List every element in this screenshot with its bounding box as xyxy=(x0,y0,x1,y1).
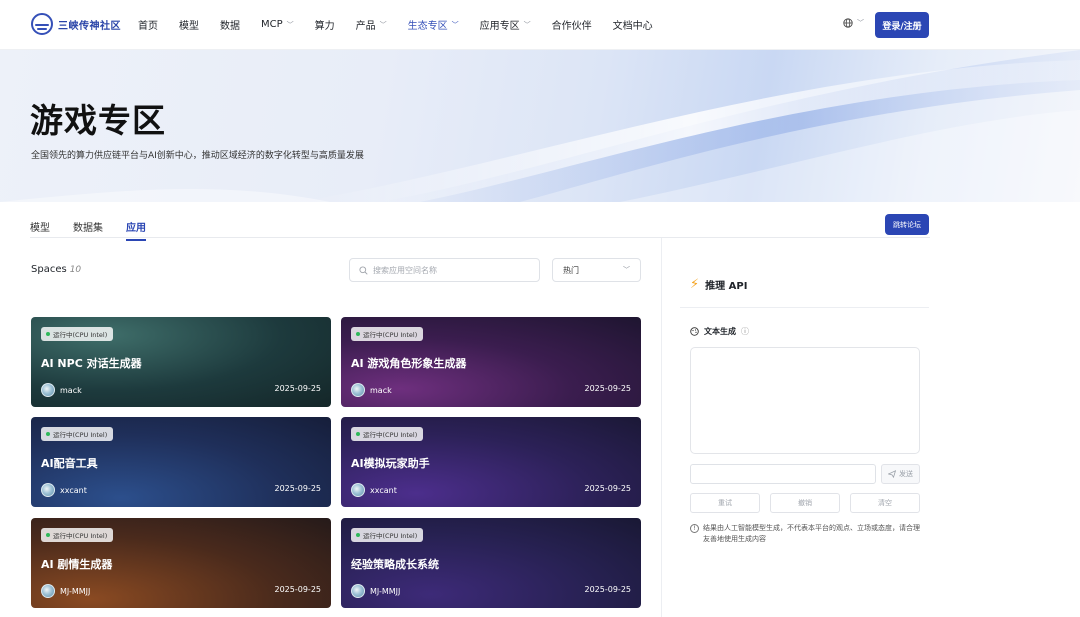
clear-button[interactable]: 清空 xyxy=(850,493,920,513)
chevron-down-icon: ﹀ xyxy=(379,20,387,29)
nav-item-home[interactable]: 首页 xyxy=(138,17,158,32)
avatar xyxy=(41,483,55,497)
globe-icon xyxy=(843,18,853,28)
chevron-down-icon: ﹀ xyxy=(623,266,630,274)
space-card[interactable]: 运行中(CPU Intel) 经验策略成长系统 MJ-MMJJ 2025-09-… xyxy=(341,518,641,608)
space-card-title: AI模拟玩家助手 xyxy=(351,457,430,470)
spaces-search[interactable] xyxy=(349,258,540,282)
nav-item-docs[interactable]: 文档中心 xyxy=(613,17,653,32)
logo-icon xyxy=(31,13,53,35)
space-card-title: AI 剧情生成器 xyxy=(41,558,113,571)
running-dot-icon xyxy=(356,332,360,336)
generation-output xyxy=(690,347,920,454)
space-card-author: MJ-MMJJ xyxy=(351,584,400,598)
prompt-input[interactable] xyxy=(690,464,876,484)
disclaimer-text: 结果由人工智能模型生成，不代表本平台的观点、立场或态度，请合理友善地使用生成内容 xyxy=(703,524,920,543)
space-card[interactable]: 运行中(CPU Intel) AI 游戏角色形象生成器 mack 2025-09… xyxy=(341,317,641,407)
running-dot-icon xyxy=(356,533,360,537)
nav-item-ecosystem[interactable]: 生态专区 ﹀ xyxy=(408,17,459,33)
sort-value: 热门 xyxy=(563,265,579,275)
language-switcher[interactable]: ﹀ xyxy=(843,18,864,28)
top-navbar: 三峡传神社区 首页 模型 数据 MCP ﹀ 算力 产品 ﹀ 生态专区 ﹀ 应用专区 ﹀ … xyxy=(0,0,1080,50)
send-button[interactable]: 发送 xyxy=(881,464,920,484)
avatar xyxy=(351,483,365,497)
space-card[interactable]: 运行中(CPU Intel) AI 剧情生成器 MJ-MMJJ 2025-09-… xyxy=(31,518,331,608)
avatar xyxy=(351,383,365,397)
api-panel-divider xyxy=(680,307,929,308)
nav-item-partners[interactable]: 合作伙伴 xyxy=(552,17,592,32)
chevron-down-icon: ﹀ xyxy=(286,20,294,29)
status-badge: 运行中(CPU Intel) xyxy=(41,427,114,441)
info-icon[interactable]: ⓘ xyxy=(741,326,749,337)
space-card[interactable]: 运行中(CPU Intel) AI NPC 对话生成器 mack 2025-09… xyxy=(31,317,331,407)
running-dot-icon xyxy=(46,332,50,336)
status-badge: 运行中(CPU Intel) xyxy=(351,528,424,542)
avatar xyxy=(41,584,55,598)
space-card[interactable]: 运行中(CPU Intel) AI配音工具 xxcant 2025-09-25 xyxy=(31,417,331,507)
space-card-date: 2025-09-25 xyxy=(274,585,322,594)
space-card-title: AI 游戏角色形象生成器 xyxy=(351,357,467,370)
space-card[interactable]: 运行中(CPU Intel) AI模拟玩家助手 xxcant 2025-09-2… xyxy=(341,417,641,507)
login-register-button[interactable]: 登录/注册 xyxy=(875,12,929,38)
chevron-down-icon: ﹀ xyxy=(857,19,864,27)
nav-item-data[interactable]: 数据 xyxy=(220,17,240,32)
running-dot-icon xyxy=(46,533,50,537)
space-card-date: 2025-09-25 xyxy=(584,484,632,493)
text-generation-title: 文本生成 xyxy=(704,327,736,336)
space-card-date: 2025-09-25 xyxy=(274,384,322,393)
api-panel-header: ⚡ 推理 API xyxy=(690,277,747,292)
text-generation-header: 文本生成 ⓘ xyxy=(690,326,749,337)
running-dot-icon xyxy=(356,432,360,436)
undo-button[interactable]: 撤销 xyxy=(770,493,840,513)
avatar xyxy=(351,584,365,598)
nav-item-models[interactable]: 模型 xyxy=(179,17,199,32)
spaces-count: 10 xyxy=(69,265,82,275)
running-dot-icon xyxy=(46,432,50,436)
space-card-title: 经验策略成长系统 xyxy=(351,558,439,571)
tabs-divider xyxy=(30,237,930,238)
space-card-title: AI NPC 对话生成器 xyxy=(41,357,142,370)
nav-item-products[interactable]: 产品 ﹀ xyxy=(356,17,387,33)
spaces-title: Spaces xyxy=(31,264,67,275)
sort-select[interactable]: 热门 ﹀ xyxy=(552,258,641,282)
chevron-down-icon: ﹀ xyxy=(523,20,531,29)
space-card-author: MJ-MMJJ xyxy=(41,584,90,598)
space-card-author: xxcant xyxy=(351,483,397,497)
space-card-date: 2025-09-25 xyxy=(274,484,322,493)
brand-logo[interactable]: 三峡传神社区 xyxy=(31,13,121,35)
send-icon xyxy=(888,470,896,478)
api-panel-title: 推理 API xyxy=(705,281,748,292)
status-badge: 运行中(CPU Intel) xyxy=(41,327,114,341)
status-badge: 运行中(CPU Intel) xyxy=(351,427,424,441)
chevron-down-icon: ﹀ xyxy=(451,20,459,29)
search-input[interactable] xyxy=(373,265,533,275)
space-card-date: 2025-09-25 xyxy=(584,384,632,393)
hero-banner: 游戏专区 全国领先的算力供应链平台与AI创新中心，推动区域经济的数字化转型与高质… xyxy=(0,50,1080,202)
space-card-author: mack xyxy=(351,383,392,397)
status-badge: 运行中(CPU Intel) xyxy=(351,327,424,341)
brand-name: 三峡传神社区 xyxy=(58,20,121,32)
lightning-icon: ⚡ xyxy=(690,277,700,292)
space-card-author: xxcant xyxy=(41,483,87,497)
forum-button[interactable]: 跳转论坛 xyxy=(885,214,929,235)
space-card-author: mack xyxy=(41,383,82,397)
search-icon xyxy=(359,265,368,275)
nav-item-mcp[interactable]: MCP ﹀ xyxy=(261,17,294,32)
status-badge: 运行中(CPU Intel) xyxy=(41,528,114,542)
space-card-date: 2025-09-25 xyxy=(584,585,632,594)
spaces-heading: Spaces 10 xyxy=(31,264,81,275)
page-subtitle: 全国领先的算力供应链平台与AI创新中心，推动区域经济的数字化转型与高质量发展 xyxy=(31,151,364,161)
info-icon: ! xyxy=(690,524,699,533)
nav-item-apps[interactable]: 应用专区 ﹀ xyxy=(480,17,531,33)
disclaimer: ! 结果由人工智能模型生成，不代表本平台的观点、立场或态度，请合理友善地使用生成… xyxy=(690,523,922,545)
space-card-title: AI配音工具 xyxy=(41,457,98,470)
retry-button[interactable]: 重试 xyxy=(690,493,760,513)
palette-icon xyxy=(690,327,699,336)
avatar xyxy=(41,383,55,397)
nav-item-compute[interactable]: 算力 xyxy=(315,17,335,32)
panel-divider xyxy=(661,238,662,617)
nav-menu: 首页 模型 数据 MCP ﹀ 算力 产品 ﹀ 生态专区 ﹀ 应用专区 ﹀ 合作伙伴 文档… xyxy=(138,17,674,32)
page-title: 游戏专区 xyxy=(30,101,166,140)
